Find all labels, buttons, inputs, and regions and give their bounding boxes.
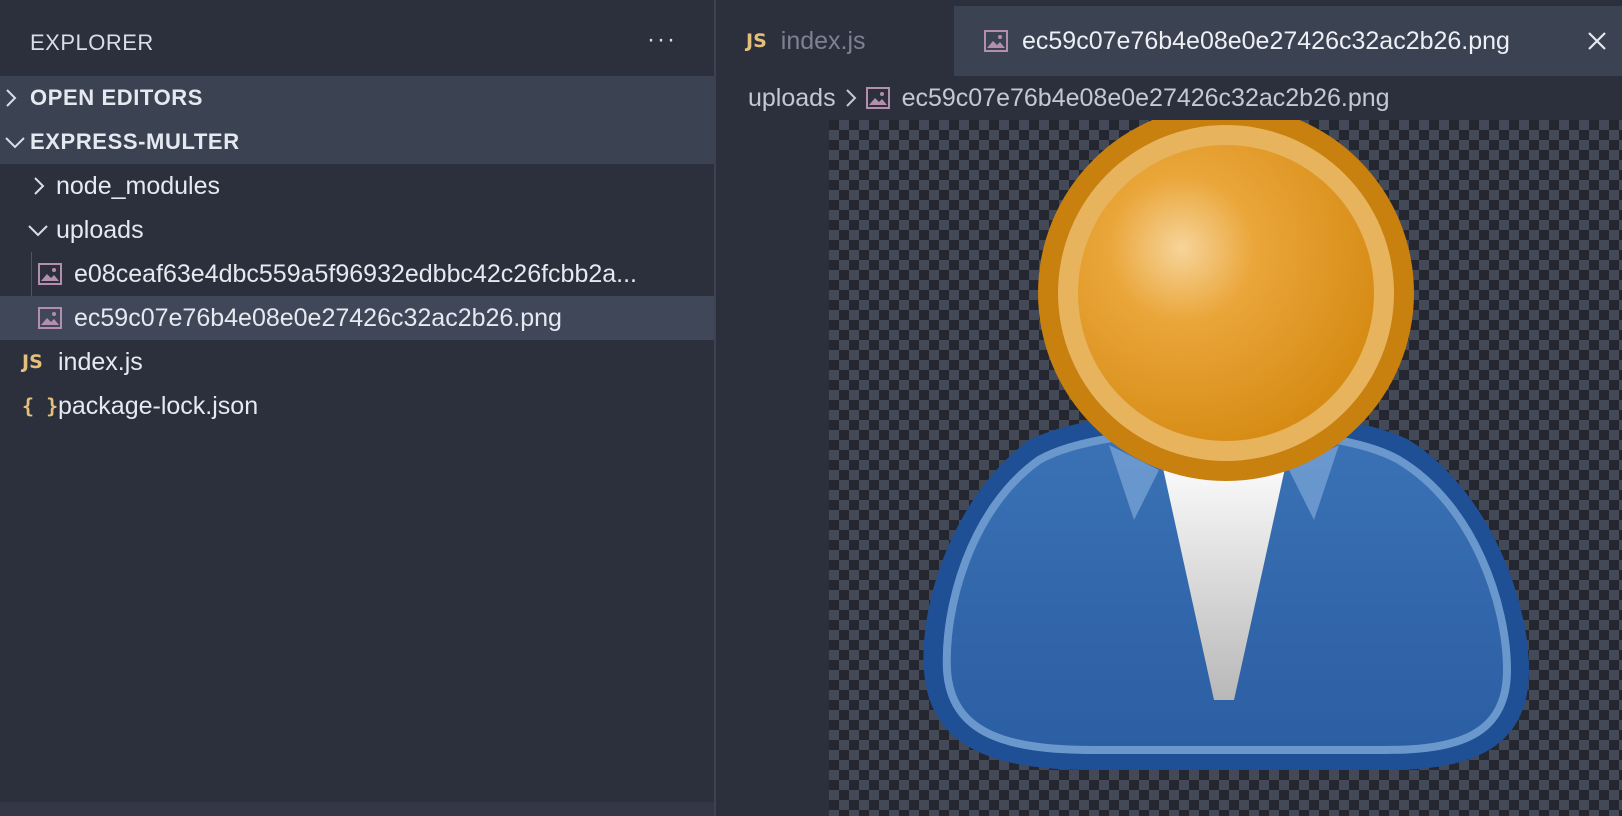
tree-item-label: ec59c07e76b4e08e0e27426c32ac2b26.png bbox=[74, 303, 562, 332]
vscode-window: EXPLORER ··· OPEN EDITORS EXPRESS-MULTER… bbox=[0, 0, 1622, 816]
close-icon[interactable] bbox=[1582, 26, 1612, 56]
chevron-down-icon bbox=[0, 135, 30, 149]
project-label: EXPRESS-MULTER bbox=[30, 129, 240, 154]
tree-item-file-e08ceaf[interactable]: e08ceaf63e4dbc559a5f96932edbbc42c26fcbb2… bbox=[0, 252, 714, 296]
breadcrumb-folder[interactable]: uploads bbox=[748, 84, 836, 113]
json-file-icon: { } bbox=[22, 394, 59, 418]
project-section[interactable]: EXPRESS-MULTER bbox=[0, 120, 714, 164]
explorer-header: EXPLORER ··· bbox=[0, 0, 714, 76]
image-icon bbox=[0, 307, 74, 329]
tab-ec59c07-png[interactable]: ec59c07e76b4e08e0e27426c32ac2b26.png bbox=[954, 6, 1622, 76]
breadcrumb: uploads ec59c07e76b4e08e0e27426c32ac2b26… bbox=[716, 76, 1622, 120]
tree-item-uploads[interactable]: uploads bbox=[0, 208, 714, 252]
tree-item-label: uploads bbox=[56, 215, 144, 244]
javascript-file-icon: JS bbox=[22, 351, 43, 373]
chevron-right-icon bbox=[0, 87, 30, 109]
tree-item-package-lock[interactable]: { } package-lock.json bbox=[0, 384, 714, 428]
open-editors-label: OPEN EDITORS bbox=[30, 85, 204, 110]
open-editors-section[interactable]: OPEN EDITORS bbox=[0, 76, 714, 120]
horizontal-scrollbar[interactable] bbox=[0, 802, 714, 816]
tree-item-node-modules[interactable]: node_modules bbox=[0, 164, 714, 208]
tree-item-label: node_modules bbox=[56, 171, 221, 200]
tree-item-label: index.js bbox=[58, 347, 143, 376]
chevron-down-icon bbox=[0, 223, 56, 237]
javascript-file-icon: JS bbox=[746, 30, 767, 52]
image-icon bbox=[0, 263, 74, 285]
tab-label: ec59c07e76b4e08e0e27426c32ac2b26.png bbox=[1022, 26, 1510, 55]
user-avatar-image bbox=[923, 120, 1529, 770]
image-preview[interactable] bbox=[829, 120, 1622, 816]
image-icon bbox=[984, 30, 1008, 52]
image-icon bbox=[865, 87, 890, 109]
sidebar-divider[interactable] bbox=[714, 0, 716, 816]
tree-item-index-js[interactable]: JS index.js bbox=[0, 340, 714, 384]
tree-item-label: package-lock.json bbox=[58, 391, 259, 420]
chevron-right-icon bbox=[844, 87, 858, 109]
breadcrumb-file[interactable]: ec59c07e76b4e08e0e27426c32ac2b26.png bbox=[902, 84, 1390, 113]
tab-label: index.js bbox=[780, 26, 866, 55]
more-actions-button[interactable]: ··· bbox=[640, 22, 684, 58]
tree-item-label: e08ceaf63e4dbc559a5f96932edbbc42c26fcbb2… bbox=[74, 259, 638, 288]
tree-item-file-ec59c07[interactable]: ec59c07e76b4e08e0e27426c32ac2b26.png bbox=[0, 296, 714, 340]
tab-bar: JS index.js ec59c07e76b4e08e0e27426c32ac… bbox=[716, 0, 1622, 76]
explorer-title: EXPLORER bbox=[30, 30, 154, 55]
explorer-sidebar: EXPLORER ··· OPEN EDITORS EXPRESS-MULTER… bbox=[0, 0, 714, 816]
chevron-right-icon bbox=[0, 175, 56, 197]
tab-index-js[interactable]: JS index.js bbox=[716, 6, 954, 76]
